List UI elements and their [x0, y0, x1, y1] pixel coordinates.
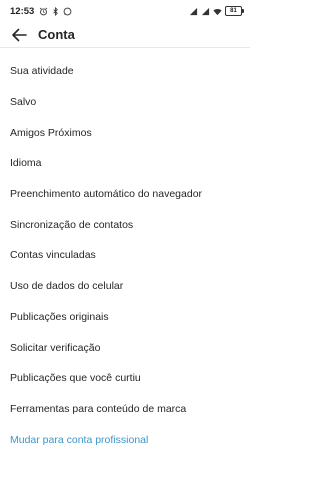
- switch-to-professional-link[interactable]: Mudar para conta profissional: [0, 424, 250, 455]
- arrow-back-icon: [12, 28, 27, 41]
- menu-item-linked-accounts[interactable]: Contas vinculadas: [0, 240, 250, 271]
- menu-item-browser-autofill[interactable]: Preenchimento automático do navegador: [0, 179, 250, 210]
- signal-icon: [189, 7, 198, 15]
- menu-item-request-verification[interactable]: Solicitar verificação: [0, 332, 250, 363]
- status-time: 12:53: [10, 5, 35, 17]
- menu-item-your-activity[interactable]: Sua atividade: [0, 56, 250, 87]
- menu-item-contacts-sync[interactable]: Sincronização de contatos: [0, 209, 250, 240]
- status-bar-left: 12:53: [10, 6, 72, 17]
- whatsapp-icon: [63, 7, 72, 15]
- menu-item-close-friends[interactable]: Amigos Próximos: [0, 117, 250, 148]
- signal-icon: [201, 7, 210, 15]
- settings-menu: Sua atividade Salvo Amigos Próximos Idio…: [0, 56, 250, 455]
- status-bar: 12:53 81: [0, 0, 250, 22]
- menu-item-branded-content-tools[interactable]: Ferramentas para conteúdo de marca: [0, 394, 250, 425]
- back-button[interactable]: [0, 22, 38, 48]
- wifi-icon: [213, 8, 222, 15]
- menu-item-language[interactable]: Idioma: [0, 148, 250, 179]
- status-bar-right: 81: [189, 6, 244, 16]
- alarm-icon: [40, 7, 48, 15]
- header: Conta: [0, 22, 250, 48]
- menu-item-saved[interactable]: Salvo: [0, 87, 250, 118]
- bluetooth-icon: [53, 6, 59, 16]
- page-title: Conta: [38, 27, 75, 42]
- menu-item-posts-you-liked[interactable]: Publicações que você curtiu: [0, 363, 250, 394]
- battery-icon: 81: [225, 6, 244, 16]
- menu-item-original-posts[interactable]: Publicações originais: [0, 302, 250, 333]
- menu-item-cellular-data-use[interactable]: Uso de dados do celular: [0, 271, 250, 302]
